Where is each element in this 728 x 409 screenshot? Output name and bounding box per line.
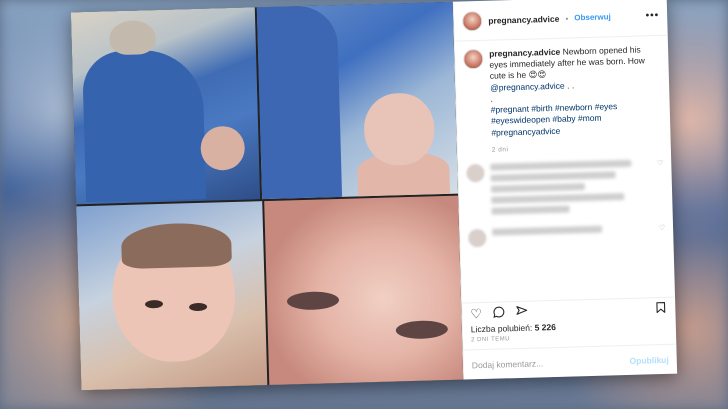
caption: pregnancy.advice Newborn opened his eyes…	[489, 44, 662, 138]
comment-like-icon[interactable]: ♡	[657, 159, 663, 167]
blurred-comment: ♡	[468, 224, 665, 248]
comments-area: pregnancy.advice Newborn opened his eyes…	[455, 36, 675, 303]
share-icon[interactable]	[515, 304, 528, 320]
photo-panel-newborn-held	[256, 1, 459, 200]
caption-avatar[interactable]	[463, 48, 484, 70]
caption-hashtags[interactable]: #pregnant #birth #newborn #eyes #eyeswid…	[491, 101, 618, 137]
username-link[interactable]: pregnancy.advice	[488, 13, 559, 25]
post-header: pregnancy.advice • Obserwuj •••	[453, 0, 668, 42]
post-side-panel: pregnancy.advice • Obserwuj ••• pregnanc…	[452, 0, 678, 380]
surgeon-gown	[256, 4, 343, 200]
photo-panel-surgeon	[70, 7, 261, 205]
likes-number: 5 226	[534, 321, 557, 333]
blurred-comment-text	[492, 224, 649, 239]
surgeon-figure	[81, 48, 207, 203]
comment-input[interactable]	[471, 355, 630, 370]
comment-icon[interactable]	[492, 305, 505, 321]
caption-mention[interactable]: @pregnancy.advice	[490, 80, 565, 92]
caption-dot: .	[490, 93, 493, 104]
more-options-icon[interactable]: •••	[645, 10, 659, 21]
publish-button[interactable]: Opublikuj	[629, 354, 668, 365]
caption-row: pregnancy.advice Newborn opened his eyes…	[463, 44, 662, 139]
newborn-head	[363, 92, 436, 167]
blurred-comment-text	[490, 159, 648, 218]
avatar[interactable]	[461, 10, 483, 31]
photo-panel-newborn-closeup	[76, 201, 268, 391]
caption-dots: . .	[566, 80, 575, 91]
closeup-eye-left	[286, 291, 340, 311]
newborn-hair	[120, 222, 232, 270]
surgeon-cap	[109, 20, 157, 56]
closeup-eye-right	[395, 319, 449, 340]
post-photo-collage	[70, 1, 464, 391]
blurred-avatar	[468, 228, 487, 248]
blurred-avatar	[466, 163, 485, 183]
caption-time: 2 dni	[491, 145, 509, 154]
heart-icon[interactable]: ♡	[470, 306, 482, 322]
follow-button[interactable]: Obserwuj	[574, 12, 611, 22]
newborn-figure	[200, 125, 246, 171]
separator-dot: •	[565, 13, 569, 24]
instagram-post-card: pregnancy.advice • Obserwuj ••• pregnanc…	[70, 0, 678, 391]
blurred-comment: ♡	[466, 159, 664, 219]
comment-like-icon[interactable]: ♡	[659, 224, 665, 232]
photo-panel-eyes-closeup	[264, 195, 464, 385]
bookmark-icon[interactable]	[654, 300, 667, 316]
caption-username[interactable]: pregnancy.advice	[489, 47, 560, 59]
comment-box: Opublikuj	[463, 343, 678, 380]
